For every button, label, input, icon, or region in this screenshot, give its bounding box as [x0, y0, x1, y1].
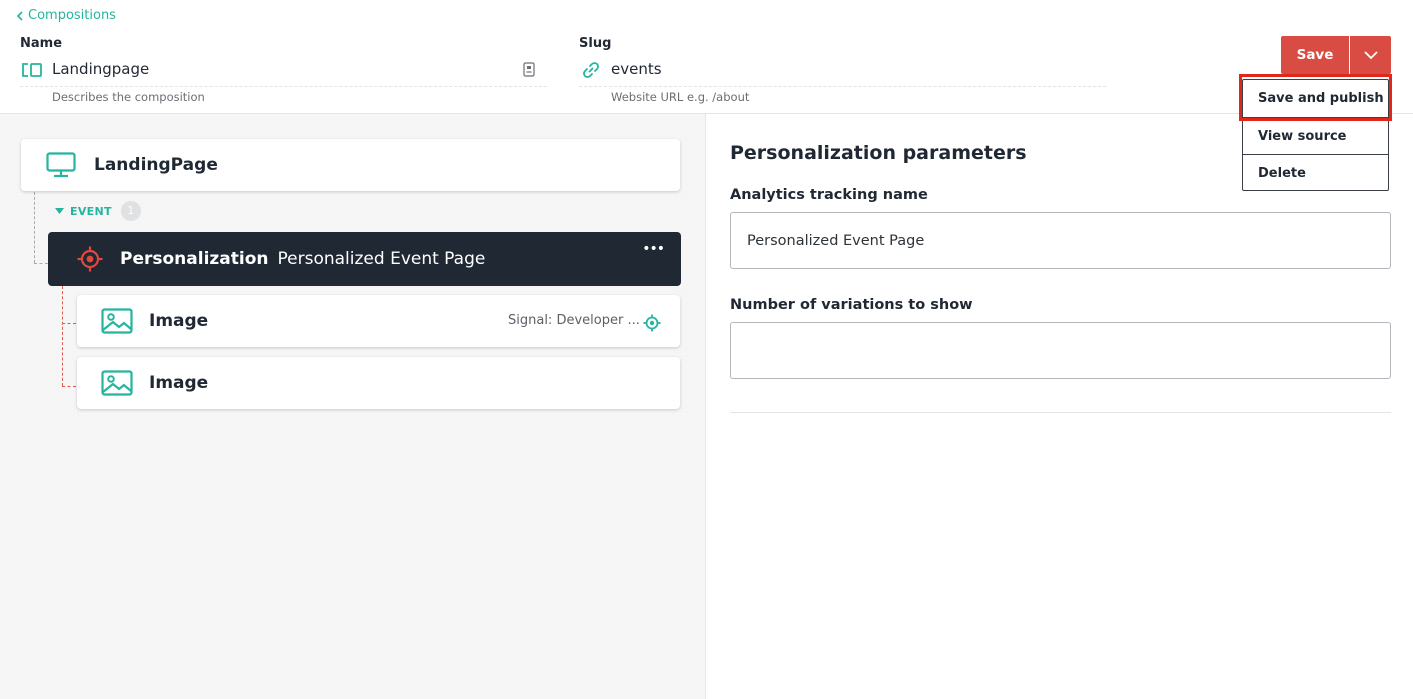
chevron-down-icon	[1363, 50, 1378, 59]
link-icon	[583, 62, 599, 78]
variation-connector	[62, 286, 63, 386]
name-field-help: Describes the composition	[52, 90, 205, 104]
monitor-icon	[46, 152, 76, 178]
personalization-type: Personalization	[120, 249, 269, 269]
caret-down-icon	[55, 207, 64, 214]
more-options-button[interactable]: •••	[642, 241, 665, 257]
image-icon	[101, 370, 133, 396]
name-field-value[interactable]: Landingpage	[52, 60, 149, 78]
root-component-title: LandingPage	[94, 155, 218, 175]
name-field-underline	[20, 86, 547, 87]
name-field-label: Name	[20, 36, 63, 51]
tree-connector	[34, 192, 35, 263]
tracking-name-label: Analytics tracking name	[730, 187, 928, 203]
save-options-menu: Save and publish View source Delete	[1242, 79, 1389, 191]
image-variation-title: Image	[149, 373, 209, 393]
personalization-card[interactable]: Personalization Personalized Event Page …	[48, 232, 681, 286]
name-badge-icon[interactable]	[523, 62, 535, 77]
back-to-compositions-link[interactable]: Compositions	[16, 8, 116, 23]
target-icon	[77, 246, 103, 272]
slug-field-underline	[579, 86, 1106, 87]
slug-field-help: Website URL e.g. /about	[611, 90, 750, 104]
root-component-card[interactable]: LandingPage	[21, 139, 680, 191]
panel-divider	[730, 412, 1391, 413]
variations-count-label: Number of variations to show	[730, 297, 973, 313]
variation-connector	[62, 323, 76, 324]
slot-count-badge: 1	[120, 201, 141, 221]
panel-title: Personalization parameters	[730, 142, 1027, 164]
variation-connector	[62, 386, 76, 387]
image-variation-title: Image	[149, 311, 209, 331]
slug-field-label: Slug	[579, 36, 612, 51]
variations-count-input[interactable]	[730, 322, 1391, 379]
image-variation-card[interactable]: Image Signal: Developer ...	[77, 295, 680, 347]
back-link-label: Compositions	[28, 8, 116, 23]
image-variation-card[interactable]: Image	[77, 357, 680, 409]
tracking-name-input[interactable]	[730, 212, 1391, 269]
save-button[interactable]: Save	[1281, 36, 1349, 74]
menu-item-view-source[interactable]: View source	[1243, 117, 1388, 154]
menu-item-delete[interactable]: Delete	[1243, 154, 1388, 191]
chevron-left-icon	[16, 10, 23, 21]
signal-target-icon	[643, 314, 661, 332]
slot-event[interactable]: EVENT 1	[55, 201, 141, 221]
slot-name: EVENT	[70, 204, 112, 218]
composition-icon	[22, 63, 42, 77]
image-icon	[101, 308, 133, 334]
menu-item-save-and-publish[interactable]: Save and publish	[1243, 80, 1388, 117]
signal-label: Signal: Developer ...	[508, 313, 640, 328]
tree-connector	[34, 263, 48, 264]
slug-field-value[interactable]: events	[611, 60, 662, 78]
personalization-name: Personalized Event Page	[277, 249, 486, 269]
save-options-toggle[interactable]	[1350, 36, 1391, 74]
